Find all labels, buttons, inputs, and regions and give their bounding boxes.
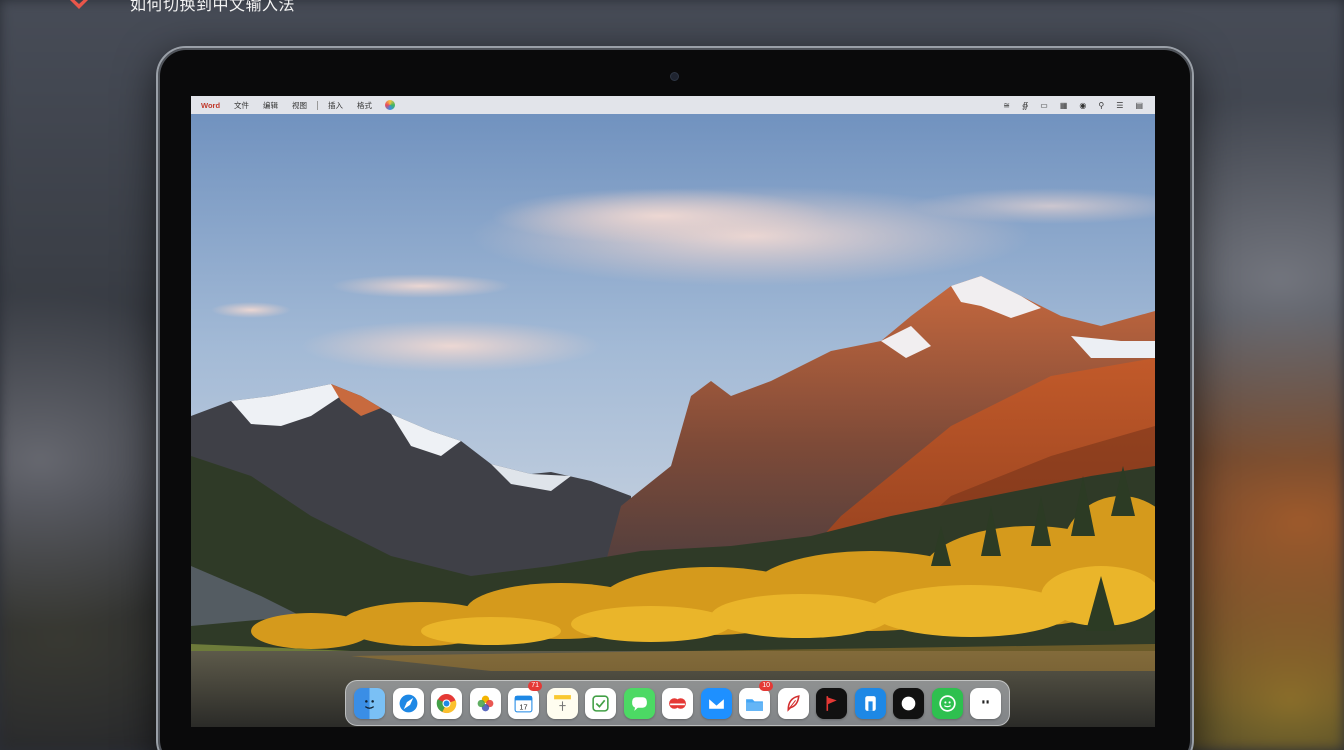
desktop-screen: Word 文件 编辑 视图 插入 格式 ≅ ∯ ▭ ▦ ◉ ⚲ ☰ ▤ 17 7… bbox=[191, 96, 1155, 727]
brand-logo-icon bbox=[70, 0, 88, 9]
menu-bar: Word 文件 编辑 视图 插入 格式 ≅ ∯ ▭ ▦ ◉ ⚲ ☰ ▤ bbox=[191, 96, 1155, 114]
menu-item-insert[interactable]: 插入 bbox=[321, 100, 350, 111]
menu-item-file[interactable]: 文件 bbox=[227, 100, 256, 111]
wechat-icon[interactable] bbox=[931, 687, 963, 719]
clock-icon[interactable]: ▤ bbox=[1135, 101, 1143, 110]
dock: 17 71 10 bbox=[345, 680, 1010, 726]
battery-icon[interactable]: ▭ bbox=[1040, 101, 1048, 110]
notes-icon[interactable] bbox=[546, 687, 578, 719]
svg-text:17: 17 bbox=[519, 702, 527, 711]
chrome-icon[interactable] bbox=[431, 687, 462, 719]
siri-icon[interactable]: ◉ bbox=[1079, 101, 1086, 110]
safari-icon[interactable] bbox=[392, 687, 424, 719]
wifi-icon[interactable]: ≅ bbox=[1003, 101, 1010, 110]
notification-icon[interactable]: ☰ bbox=[1116, 101, 1123, 110]
page-caption: 如何切换到中文输入法 bbox=[130, 0, 296, 14]
feather-icon[interactable] bbox=[777, 687, 809, 719]
menu-separator bbox=[317, 100, 319, 110]
camera-icon bbox=[670, 72, 679, 81]
files-icon[interactable]: 10 bbox=[739, 680, 773, 719]
search-icon[interactable]: ⚲ bbox=[1098, 101, 1104, 110]
circle-app-icon[interactable] bbox=[893, 687, 924, 719]
menu-status-area: ≅ ∯ ▭ ▦ ◉ ⚲ ☰ ▤ bbox=[1003, 101, 1155, 110]
menu-item-view[interactable]: 视图 bbox=[285, 100, 314, 111]
stage: 如何切换到中文输入法 Word 文件 编辑 视图 插入 格式 ≅ ∯ ▭ ▦ ◉… bbox=[0, 0, 1344, 750]
app-store-icon[interactable] bbox=[854, 687, 886, 719]
finder-icon[interactable] bbox=[354, 687, 385, 719]
photos-icon[interactable] bbox=[469, 687, 501, 719]
music-icon[interactable] bbox=[662, 687, 693, 719]
color-wheel-icon[interactable] bbox=[385, 100, 396, 110]
calendar-badge: 71 bbox=[528, 680, 542, 691]
bluetooth-icon[interactable]: ∯ bbox=[1022, 101, 1028, 110]
menu-item-format[interactable]: 格式 bbox=[350, 100, 379, 111]
dots-app-icon[interactable] bbox=[970, 687, 1001, 719]
reminders-icon[interactable] bbox=[585, 687, 616, 719]
control-center-icon[interactable]: ▦ bbox=[1060, 101, 1068, 110]
messages-icon[interactable] bbox=[623, 687, 655, 719]
wallpaper bbox=[191, 96, 1155, 727]
mail-icon[interactable] bbox=[700, 687, 732, 719]
flag-icon[interactable] bbox=[816, 687, 847, 719]
menu-app-name[interactable]: Word bbox=[191, 101, 227, 110]
files-badge: 10 bbox=[759, 680, 773, 691]
calendar-icon[interactable]: 17 71 bbox=[508, 680, 542, 719]
menu-item-edit[interactable]: 编辑 bbox=[256, 100, 285, 111]
